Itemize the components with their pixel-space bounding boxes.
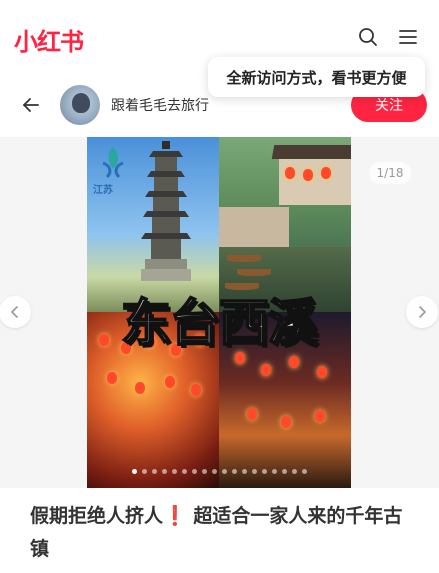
xiaohongshu-logo[interactable]: 小红书 [14, 22, 84, 57]
carousel-dot[interactable] [281, 469, 287, 474]
chevron-left-icon [11, 306, 18, 318]
carousel-dot[interactable] [191, 469, 197, 474]
previous-image-button[interactable] [0, 296, 31, 328]
carousel-dot[interactable] [211, 469, 217, 474]
lantern [289, 356, 299, 368]
post-title-part1: 假期拒绝人挤人 [30, 505, 164, 527]
lantern [317, 366, 327, 378]
carousel-dot[interactable] [261, 469, 267, 474]
lantern [315, 410, 325, 422]
carousel-dot[interactable] [231, 469, 237, 474]
boat [237, 269, 271, 276]
lantern [261, 364, 271, 376]
carousel-dot[interactable] [291, 469, 297, 474]
exclamation-icon: ❗ [163, 505, 187, 527]
back-arrow-icon [23, 98, 39, 112]
carousel-dot[interactable] [201, 469, 207, 474]
lantern [107, 372, 117, 384]
carousel-dot[interactable] [271, 469, 277, 474]
chevron-right-icon [419, 306, 426, 318]
image-carousel[interactable]: 江苏 东台西溪 1/18 [0, 137, 439, 488]
carousel-dot[interactable] [251, 469, 257, 474]
lantern [303, 169, 313, 181]
avatar[interactable] [60, 85, 100, 125]
lantern [285, 167, 295, 179]
water-houses [279, 155, 351, 205]
carousel-dot[interactable] [171, 469, 177, 474]
author-name[interactable]: 跟着毛毛去旅行 [111, 95, 209, 115]
carousel-dot-active[interactable] [131, 469, 137, 474]
carousel-dot[interactable] [141, 469, 147, 474]
page-counter: 1/18 [369, 162, 411, 184]
menu-button[interactable] [397, 26, 419, 48]
carousel-dot[interactable] [161, 469, 167, 474]
carousel-dot[interactable] [151, 469, 157, 474]
carousel-dots [87, 469, 351, 474]
lantern [191, 384, 201, 396]
post-title: 假期拒绝人挤人❗ 超适合一家人来的千年古镇 [30, 500, 420, 566]
carousel-dot[interactable] [301, 469, 307, 474]
lantern [165, 376, 175, 388]
lantern [247, 408, 257, 420]
lantern [135, 382, 145, 394]
carousel-dot[interactable] [241, 469, 247, 474]
search-button[interactable] [357, 26, 379, 48]
search-icon [359, 28, 377, 46]
carousel-image[interactable]: 江苏 东台西溪 [87, 137, 351, 488]
jiangsu-logo-text: 江苏 [93, 185, 113, 196]
hamburger-menu-icon [399, 30, 417, 44]
jiangsu-logo: 江苏 [93, 143, 153, 196]
back-button[interactable] [20, 94, 42, 116]
lantern [281, 416, 291, 428]
image-overlay-title: 东台西溪 [120, 293, 319, 353]
carousel-dot[interactable] [181, 469, 187, 474]
new-access-tooltip[interactable]: 全新访问方式，看书更方便 [208, 57, 425, 97]
boat [227, 255, 261, 262]
lantern [321, 167, 331, 179]
carousel-dot[interactable] [221, 469, 227, 474]
next-image-button[interactable] [406, 296, 438, 328]
